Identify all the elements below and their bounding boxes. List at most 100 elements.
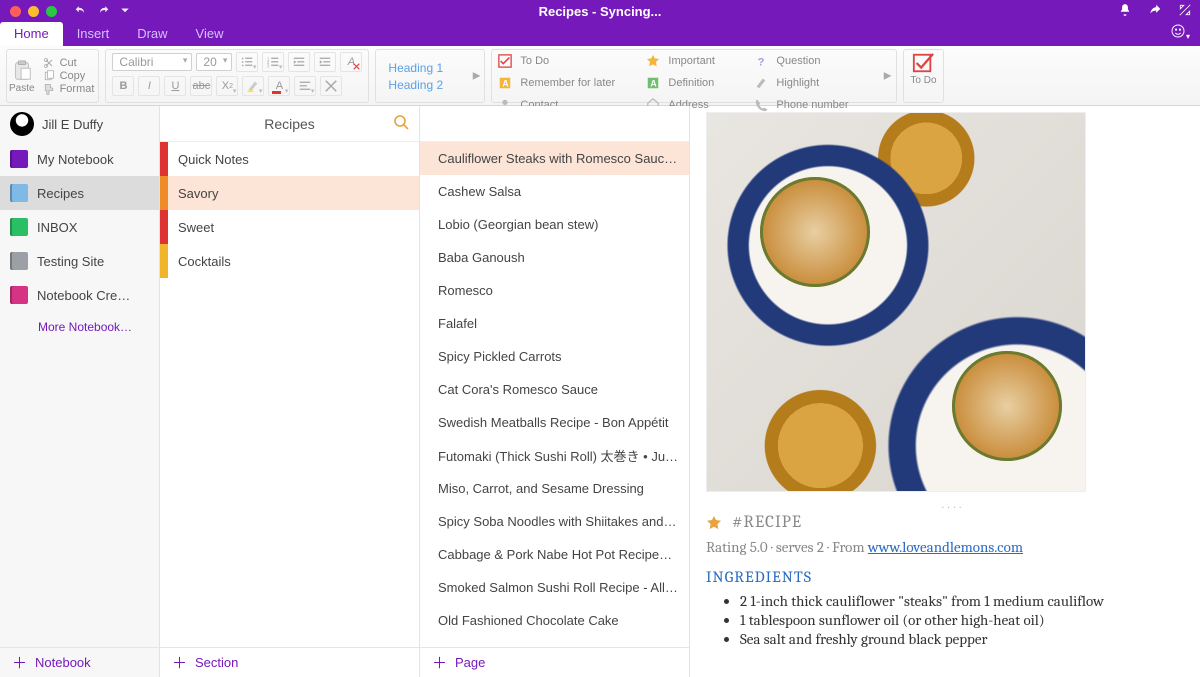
tab-draw[interactable]: Draw xyxy=(123,22,181,46)
ellipsis-icon: .... xyxy=(706,498,1200,511)
user-account[interactable]: Jill E Duffy xyxy=(0,106,159,142)
page-item[interactable]: Cat Cora's Romesco Sauce xyxy=(420,373,689,406)
add-section-button[interactable]: ＋Section xyxy=(160,647,419,677)
subscript-button[interactable]: X2▾ xyxy=(216,76,238,96)
section-item[interactable]: Sweet xyxy=(160,210,419,244)
numbering-button[interactable]: 123▾ xyxy=(262,52,284,72)
page-item[interactable]: Miso, Carrot, and Sesame Dressing xyxy=(420,472,689,505)
page-item[interactable]: Spicy Pickled Carrots xyxy=(420,340,689,373)
notebook-item[interactable]: Recipes xyxy=(0,176,159,210)
page-item[interactable]: Spicy Soba Noodles with Shiitakes and… xyxy=(420,505,689,538)
underline-button[interactable]: U xyxy=(164,76,186,96)
chevron-right-icon[interactable]: ▶ xyxy=(884,71,892,82)
styles-gallery[interactable]: Heading 1 Heading 2 ▶ xyxy=(375,49,485,103)
svg-text:A: A xyxy=(503,79,510,89)
font-color-button[interactable]: A▾ xyxy=(268,76,290,96)
recipe-meta: Rating 5.0 · serves 2 · From www.loveand… xyxy=(706,538,1200,556)
page-item[interactable]: Baba Ganoush xyxy=(420,241,689,274)
definition-tag-icon: A xyxy=(646,76,660,90)
page-item[interactable]: Romesco xyxy=(420,274,689,307)
minimize-window[interactable] xyxy=(28,6,39,17)
source-link[interactable]: www.loveandlemons.com xyxy=(868,538,1023,556)
tab-view[interactable]: View xyxy=(182,22,238,46)
phone-tag-icon xyxy=(754,98,768,112)
avatar xyxy=(10,112,34,136)
question-tag-icon: ? xyxy=(754,54,768,68)
page-item[interactable]: Lobio (Georgian bean stew) xyxy=(420,208,689,241)
bullets-button[interactable]: ▾ xyxy=(236,52,258,72)
notebook-item[interactable]: Testing Site xyxy=(0,244,159,278)
indent-button[interactable] xyxy=(314,52,336,72)
align-button[interactable]: ▾ xyxy=(294,76,316,96)
search-icon[interactable] xyxy=(393,114,409,133)
feedback-icon[interactable]: ▾ xyxy=(1170,23,1190,42)
ingredient-item: Sea salt and freshly ground black pepper xyxy=(740,630,1200,648)
delete-button[interactable] xyxy=(320,76,342,96)
page-item[interactable]: Swedish Meatballs Recipe - Bon Appétit xyxy=(420,406,689,439)
outdent-button[interactable] xyxy=(288,52,310,72)
format-painter-button[interactable]: Format xyxy=(43,83,95,95)
ingredient-item: 1 tablespoon sunflower oil (or other hig… xyxy=(740,611,1200,629)
copy-button[interactable]: Copy xyxy=(43,70,95,82)
section-item[interactable]: Savory xyxy=(160,176,419,210)
cut-button[interactable]: Cut xyxy=(43,57,95,69)
ribbon: Paste Cut Copy Format Calibri 20 ▾ 123▾ … xyxy=(0,46,1200,106)
share-icon[interactable] xyxy=(1148,3,1162,20)
notebook-item[interactable]: INBOX xyxy=(0,210,159,244)
recipe-image xyxy=(706,112,1086,492)
highlight-button[interactable]: ▾ xyxy=(242,76,264,96)
undo-icon[interactable] xyxy=(75,4,87,19)
qat-more-icon[interactable] xyxy=(119,4,131,19)
font-group: Calibri 20 ▾ 123▾ A B I U abc X2▾ ▾ A▾ ▾ xyxy=(105,49,369,103)
notifications-icon[interactable] xyxy=(1118,3,1132,20)
page-item[interactable]: Smoked Salmon Sushi Roll Recipe - All… xyxy=(420,571,689,604)
section-label: Cocktails xyxy=(178,254,231,269)
font-size-combo[interactable]: 20 xyxy=(196,53,232,71)
section-item[interactable]: Cocktails xyxy=(160,244,419,278)
page-item[interactable]: Old Fashioned Chocolate Cake xyxy=(420,604,689,637)
strikethrough-button[interactable]: abc xyxy=(190,76,212,96)
add-notebook-button[interactable]: ＋Notebook xyxy=(0,647,159,677)
chevron-right-icon[interactable]: ▶ xyxy=(473,71,481,82)
section-item[interactable]: Quick Notes xyxy=(160,142,419,176)
section-label: Quick Notes xyxy=(178,152,249,167)
style-heading-1[interactable]: Heading 1 xyxy=(382,61,466,75)
italic-button[interactable]: I xyxy=(138,76,160,96)
tab-home[interactable]: Home xyxy=(0,22,63,46)
tab-insert[interactable]: Insert xyxy=(63,22,124,46)
fullscreen-icon[interactable] xyxy=(1178,3,1192,20)
add-page-button[interactable]: ＋Page xyxy=(420,647,689,677)
window-title: Recipes - Syncing... xyxy=(0,4,1200,19)
notebook-item[interactable]: Notebook Cre… xyxy=(0,278,159,312)
style-heading-2[interactable]: Heading 2 xyxy=(382,78,466,92)
paste-button[interactable]: Paste xyxy=(9,59,35,94)
window-controls xyxy=(0,6,57,17)
clear-formatting-button[interactable]: A xyxy=(340,52,362,72)
ingredient-item: 2 1-inch thick cauliflower "steaks" from… xyxy=(740,592,1200,610)
more-notebooks-link[interactable]: More Notebook… xyxy=(0,312,159,334)
tags-gallery[interactable]: To Do Important ?Question ARemember for … xyxy=(491,49,897,103)
notebook-item[interactable]: My Notebook xyxy=(0,142,159,176)
notebook-label: Notebook Cre… xyxy=(37,288,130,303)
sections-column: Recipes Quick NotesSavorySweetCocktails … xyxy=(160,106,420,677)
titlebar: Recipes - Syncing... xyxy=(0,0,1200,22)
user-name: Jill E Duffy xyxy=(42,117,103,132)
notebook-label: INBOX xyxy=(37,220,77,235)
page-item[interactable]: Cauliflower Steaks with Romesco Sauc… xyxy=(420,142,689,175)
close-window[interactable] xyxy=(10,6,21,17)
remember-tag-icon: A xyxy=(498,76,512,90)
page-item[interactable]: Cashew Salsa xyxy=(420,175,689,208)
bold-button[interactable]: B xyxy=(112,76,134,96)
redo-icon[interactable] xyxy=(97,4,109,19)
page-item[interactable]: Cabbage & Pork Nabe Hot Pot Recipe… xyxy=(420,538,689,571)
page-item[interactable]: Futomaki (Thick Sushi Roll) 太巻き • Ju… xyxy=(420,439,689,472)
plus-icon: ＋ xyxy=(172,652,187,673)
page-content[interactable]: .... #RECIPE Rating 5.0 · serves 2 · Fro… xyxy=(690,106,1200,677)
notebook-label: My Notebook xyxy=(37,152,114,167)
font-family-combo[interactable]: Calibri xyxy=(112,53,192,71)
notebook-icon xyxy=(10,218,28,236)
highlight-tag-icon xyxy=(754,76,768,90)
zoom-window[interactable] xyxy=(46,6,57,17)
todo-button[interactable]: To Do xyxy=(903,49,943,103)
page-item[interactable]: Falafel xyxy=(420,307,689,340)
